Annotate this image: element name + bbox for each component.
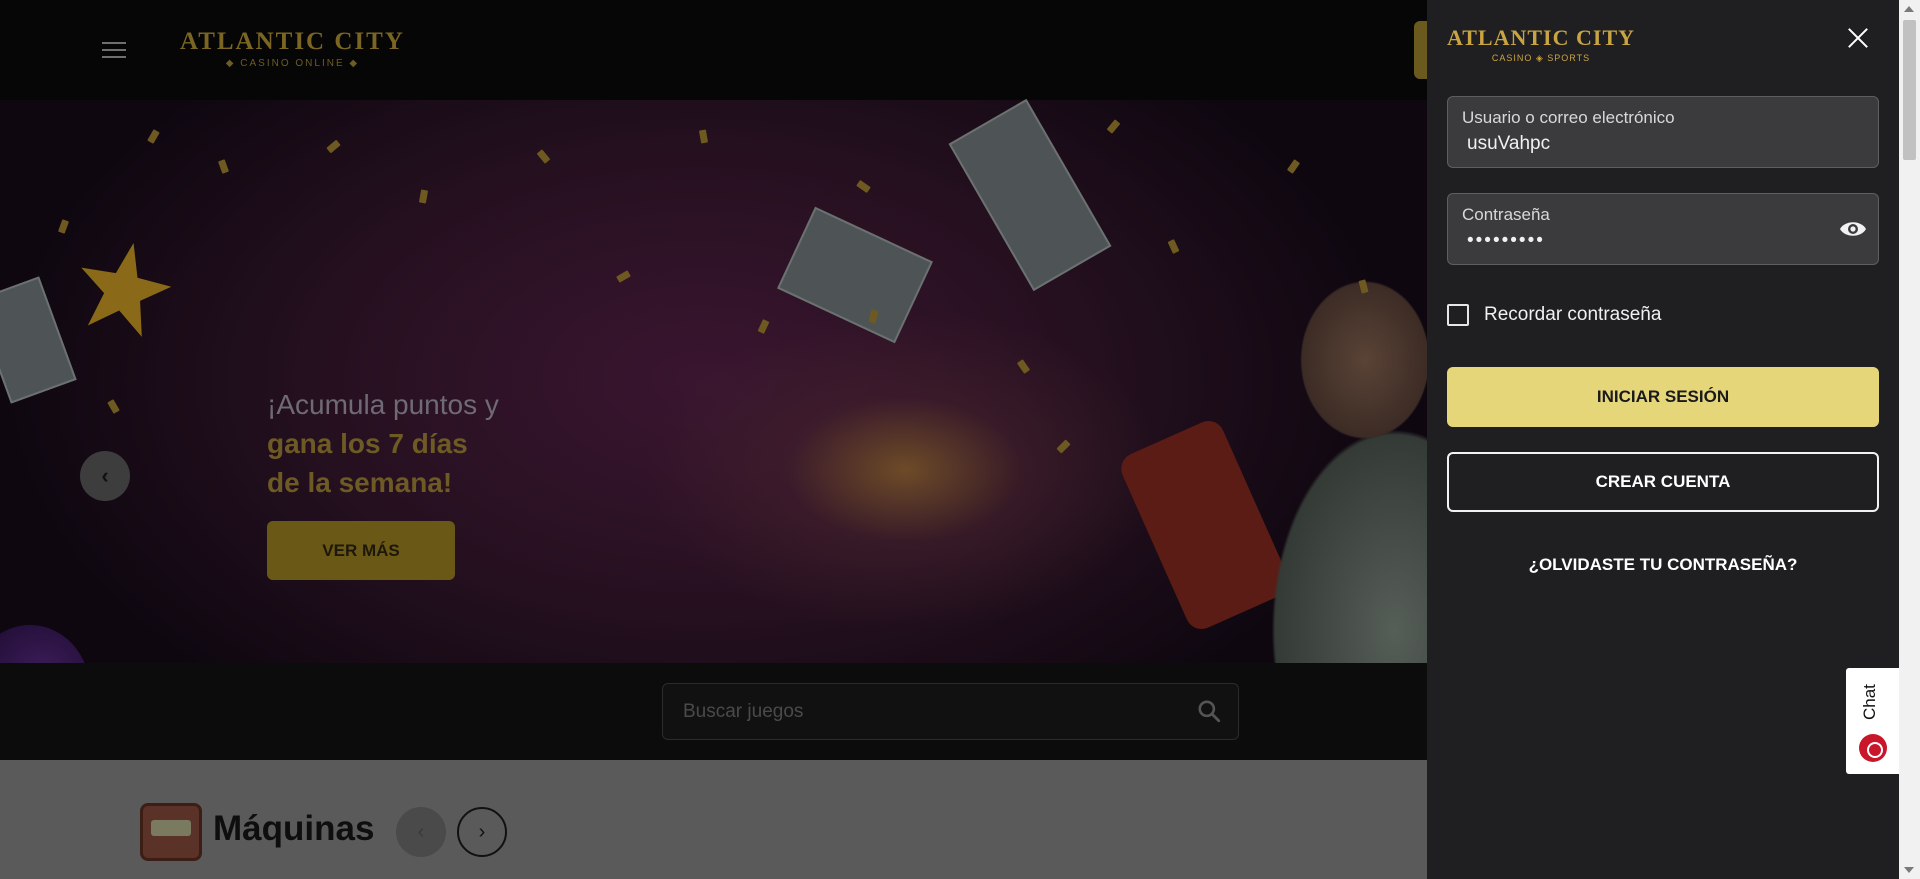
password-label: Contraseña bbox=[1462, 205, 1550, 224]
search-icon[interactable] bbox=[1196, 698, 1222, 724]
confetti bbox=[107, 399, 120, 414]
login-button[interactable]: INICIAR SESIÓN bbox=[1447, 367, 1879, 427]
confetti bbox=[57, 219, 70, 234]
hero-line-3: de la semana! bbox=[267, 467, 453, 498]
confetti bbox=[1167, 239, 1180, 254]
confetti bbox=[326, 139, 341, 154]
username-input[interactable] bbox=[1467, 131, 1827, 157]
menu-icon[interactable] bbox=[102, 42, 126, 60]
username-label: Usuario o correo electrónico bbox=[1462, 108, 1675, 127]
panel-logo-subtitle: CASINO ◈ SPORTS bbox=[1491, 53, 1591, 63]
password-field[interactable]: Contraseña bbox=[1447, 193, 1879, 265]
casino-site-background: ATLANTIC CITY ◆ CASINO ONLINE ◆ ‹ ¡Acumu… bbox=[0, 0, 1427, 879]
forgot-password-link[interactable]: ¿OLVIDASTE TU CONTRASEÑA? bbox=[1447, 555, 1879, 575]
create-account-button[interactable]: CREAR CUENTA bbox=[1447, 452, 1879, 512]
games-section-title: Máquinas bbox=[213, 809, 375, 848]
chat-widget[interactable]: Chat bbox=[1846, 668, 1899, 774]
scroll-up-arrow-icon[interactable] bbox=[1904, 6, 1914, 12]
hero-line-2: gana los 7 días bbox=[267, 428, 468, 459]
hero-banner: ‹ ¡Acumula puntos y gana los 7 días de l… bbox=[0, 98, 1427, 775]
money-bill-decoration bbox=[0, 276, 77, 404]
site-header: ATLANTIC CITY ◆ CASINO ONLINE ◆ bbox=[0, 0, 1427, 100]
confetti bbox=[536, 149, 551, 164]
site-logo-subtitle: ◆ CASINO ONLINE ◆ bbox=[225, 58, 360, 69]
confetti bbox=[1056, 439, 1071, 454]
panel-logo-text: ATLANTIC CITY bbox=[1447, 25, 1636, 50]
confetti bbox=[856, 179, 871, 194]
scroll-down-arrow-icon[interactable] bbox=[1904, 867, 1914, 873]
games-section: Máquinas ‹ › bbox=[0, 760, 1427, 879]
star-decoration bbox=[69, 233, 178, 342]
scrollbar-thumb[interactable] bbox=[1903, 20, 1916, 160]
confetti bbox=[1106, 119, 1121, 134]
close-icon[interactable] bbox=[1845, 25, 1871, 51]
search-band bbox=[0, 663, 1427, 760]
site-logo-text: ATLANTIC CITY bbox=[180, 28, 405, 55]
chat-label: Chat bbox=[1860, 684, 1879, 720]
hero-prev-arrow-icon[interactable]: ‹ bbox=[80, 451, 130, 501]
username-field[interactable]: Usuario o correo electrónico bbox=[1447, 96, 1879, 168]
money-bill-decoration bbox=[948, 98, 1112, 292]
games-prev-arrow-icon[interactable]: ‹ bbox=[396, 807, 446, 857]
confetti bbox=[1016, 359, 1031, 374]
confetti bbox=[757, 319, 770, 334]
ver-mas-button[interactable]: VER MÁS bbox=[267, 521, 455, 580]
scrollbar[interactable] bbox=[1899, 0, 1920, 879]
password-input[interactable] bbox=[1467, 228, 1827, 254]
game-search-input[interactable] bbox=[683, 684, 1163, 739]
confetti bbox=[616, 270, 631, 283]
remember-checkbox[interactable] bbox=[1447, 304, 1469, 326]
confetti bbox=[217, 159, 230, 174]
confetti bbox=[147, 129, 160, 144]
hero-line-1: ¡Acumula puntos y bbox=[267, 389, 499, 420]
confetti bbox=[418, 189, 429, 204]
header-button[interactable] bbox=[1414, 21, 1427, 79]
remember-label: Recordar contraseña bbox=[1484, 304, 1662, 325]
hero-headline: ¡Acumula puntos y gana los 7 días de la … bbox=[267, 385, 499, 502]
eye-icon[interactable] bbox=[1838, 217, 1868, 241]
confetti bbox=[1286, 159, 1301, 174]
site-logo[interactable]: ATLANTIC CITY ◆ CASINO ONLINE ◆ bbox=[180, 28, 405, 69]
remember-password[interactable]: Recordar contraseña bbox=[1447, 304, 1661, 326]
game-search-box bbox=[662, 683, 1239, 740]
games-next-arrow-icon[interactable]: › bbox=[457, 807, 507, 857]
slot-machine-icon bbox=[140, 803, 202, 861]
money-bill-decoration bbox=[777, 206, 933, 344]
panel-logo: ATLANTIC CITY CASINO ◈ SPORTS bbox=[1447, 25, 1635, 64]
chat-icon bbox=[1859, 734, 1887, 762]
confetti bbox=[698, 129, 709, 144]
login-panel: ATLANTIC CITY CASINO ◈ SPORTS Usuario o … bbox=[1427, 0, 1899, 879]
